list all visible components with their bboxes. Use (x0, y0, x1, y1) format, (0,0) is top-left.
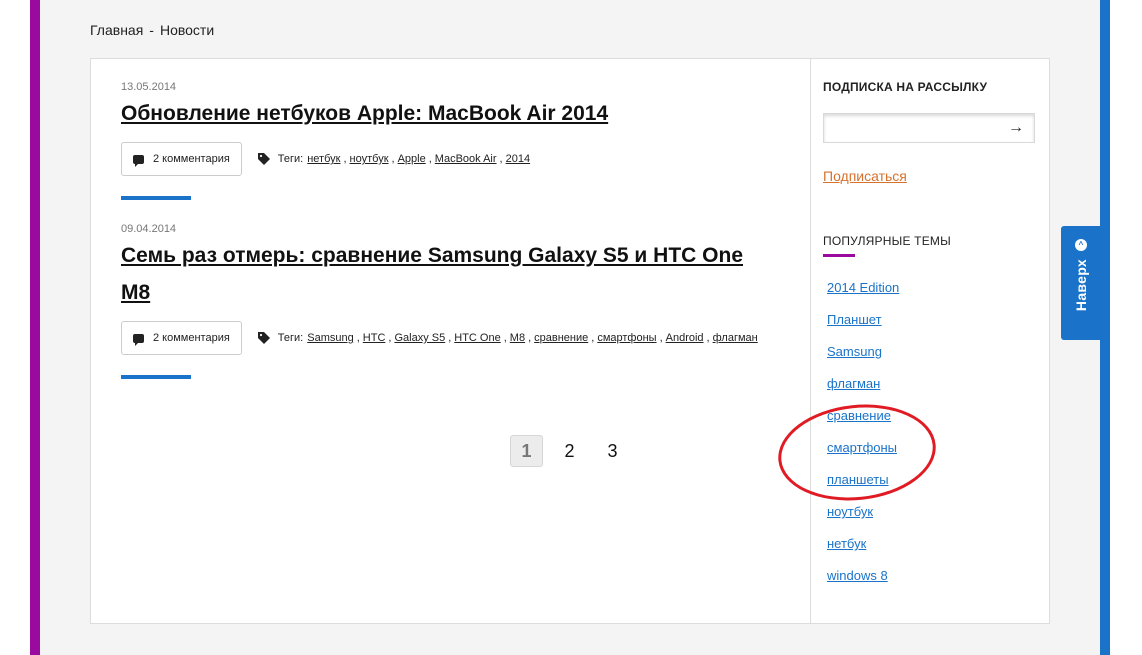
tags-label: Теги: (277, 153, 304, 165)
topic-link[interactable]: Samsung (827, 344, 882, 359)
subscribe-submit-arrow-icon[interactable]: → (1008, 120, 1024, 136)
tag-link[interactable]: сравнение (534, 332, 588, 344)
topic-item: ноутбук (827, 504, 899, 536)
comment-icon (133, 154, 144, 167)
tag-link[interactable]: HTC (363, 332, 386, 344)
tag-link[interactable]: Apple (398, 153, 426, 165)
post-tags: Теги: Samsung, HTC, Galaxy S5, HTC One, … (257, 332, 758, 344)
post-title-link[interactable]: Обновление нетбуков Apple: MacBook Air 2… (121, 95, 781, 132)
tag-link[interactable]: Samsung (307, 332, 353, 344)
post-meta: 2 комментария Теги: Samsung, HTC, Galaxy… (121, 321, 781, 355)
topic-item: windows 8 (827, 568, 899, 600)
post-separator (121, 196, 191, 200)
post-separator (121, 375, 191, 379)
tag-link[interactable]: Galaxy S5 (394, 332, 445, 344)
tag-link[interactable]: 2014 (506, 153, 530, 165)
subscribe-link[interactable]: Подписаться (823, 168, 907, 184)
comment-icon (133, 333, 144, 346)
post-date: 09.04.2014 (121, 223, 177, 235)
topic-link[interactable]: нетбук (827, 536, 866, 551)
page-1-current[interactable]: 1 (510, 435, 543, 467)
topic-link[interactable]: флагман (827, 376, 880, 391)
tag-link[interactable]: нетбук (307, 153, 340, 165)
topic-item: 2014 Edition (827, 280, 899, 312)
comments-count: 2 комментария (153, 332, 230, 344)
pagination: 1 2 3 (510, 435, 639, 467)
breadcrumb-home-link[interactable]: Главная (90, 22, 143, 38)
breadcrumb-news-link[interactable]: Новости (160, 22, 214, 38)
topics-heading-underline (823, 254, 855, 257)
tag-link[interactable]: M8 (510, 332, 525, 344)
post-item: 09.04.2014 Семь раз отмерь: сравнение Sa… (121, 223, 781, 379)
topic-link[interactable]: windows 8 (827, 568, 888, 583)
topic-link[interactable]: Планшет (827, 312, 882, 327)
subscribe-email-box: → (823, 113, 1035, 143)
post-item: 13.05.2014 Обновление нетбуков Apple: Ma… (121, 81, 781, 200)
post-title-line: Семь раз отмерь: сравнение Samsung Galax… (121, 244, 743, 267)
topic-item: Samsung (827, 344, 899, 376)
tag-icon (257, 153, 270, 165)
tag-link[interactable]: ноутбук (350, 153, 389, 165)
subscribe-heading: ПОДПИСКА НА РАССЫЛКУ (823, 80, 988, 94)
post-date: 13.05.2014 (121, 81, 177, 93)
tag-link[interactable]: флагман (713, 332, 758, 344)
comments-button[interactable]: 2 комментария (121, 321, 242, 355)
post-title-link[interactable]: Семь раз отмерь: сравнение Samsung Galax… (121, 237, 781, 311)
back-to-top-label: Наверх (1073, 259, 1089, 312)
page-3-link[interactable]: 3 (596, 435, 629, 467)
comments-button[interactable]: 2 комментария (121, 142, 242, 176)
sidebar-divider (810, 58, 811, 624)
tag-link[interactable]: HTC One (454, 332, 500, 344)
tag-link[interactable]: MacBook Air (435, 153, 497, 165)
page-2-link[interactable]: 2 (553, 435, 586, 467)
tag-link[interactable]: смартфоны (597, 332, 656, 344)
post-tags: Теги: нетбук, ноутбук, Apple, MacBook Ai… (257, 153, 530, 165)
post-title-line: Обновление нетбуков Apple: MacBook Air 2… (121, 102, 609, 125)
tags-label: Теги: (277, 332, 304, 344)
back-to-top-button[interactable]: ^ Наверх (1061, 226, 1101, 340)
chevron-up-circle-icon: ^ (1075, 239, 1087, 251)
tag-link[interactable]: Android (666, 332, 704, 344)
topic-link[interactable]: 2014 Edition (827, 280, 899, 295)
left-border-stripe (30, 0, 40, 655)
popular-topics-heading: ПОПУЛЯРНЫЕ ТЕМЫ (823, 234, 951, 248)
topic-item: флагман (827, 376, 899, 408)
tag-icon (257, 332, 270, 344)
topic-item: Планшет (827, 312, 899, 344)
post-title-line: M8 (121, 281, 151, 304)
breadcrumb-separator: - (149, 22, 154, 38)
topic-item: нетбук (827, 536, 899, 568)
subscribe-email-input[interactable] (824, 114, 1004, 142)
comments-count: 2 комментария (153, 153, 230, 165)
topic-link[interactable]: ноутбук (827, 504, 873, 519)
right-border-stripe (1100, 0, 1110, 655)
breadcrumb: Главная - Новости (90, 22, 214, 38)
post-meta: 2 комментария Теги: нетбук, ноутбук, App… (121, 142, 781, 176)
